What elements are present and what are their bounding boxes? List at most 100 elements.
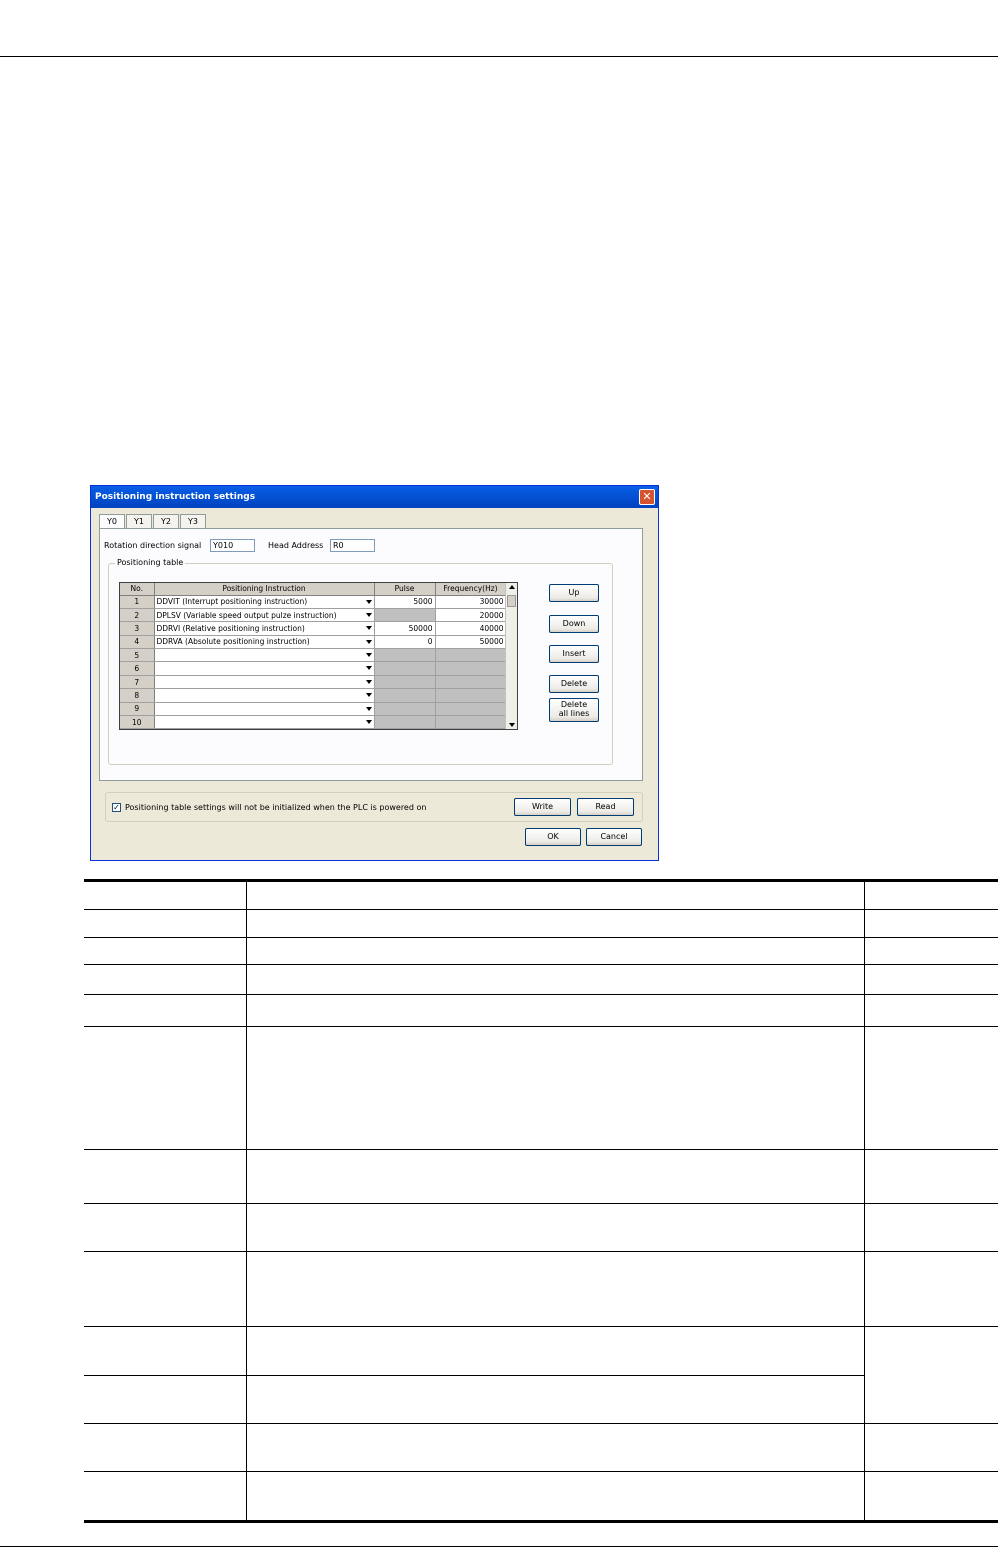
rotation-input[interactable]: Y010 bbox=[210, 539, 255, 552]
positioning-grid: No. Positioning Instruction Pulse Freque… bbox=[119, 582, 518, 730]
positioning-table-group: Positioning table No. Positioning Instru… bbox=[108, 558, 613, 765]
dropdown-arrow-icon[interactable] bbox=[365, 612, 372, 617]
table-row bbox=[84, 1251, 998, 1327]
ok-button[interactable]: OK bbox=[525, 828, 581, 846]
instruction-select[interactable] bbox=[154, 688, 375, 703]
dropdown-arrow-icon[interactable] bbox=[365, 666, 372, 671]
frequency-cell bbox=[435, 661, 507, 676]
row-number: 6 bbox=[120, 661, 155, 676]
dropdown-arrow-icon[interactable] bbox=[365, 706, 372, 711]
pulse-cell bbox=[374, 715, 436, 729]
table-row bbox=[84, 1149, 998, 1204]
pulse-cell bbox=[374, 661, 436, 676]
table-row: 9 bbox=[120, 702, 507, 717]
table-row: 3 DDRVI (Relative positioning instructio… bbox=[120, 621, 507, 636]
dialog-title: Positioning instruction settings bbox=[95, 492, 256, 502]
table-row: 10 bbox=[120, 715, 507, 729]
col-instruction: Positioning Instruction bbox=[154, 583, 375, 596]
instruction-text: DDRVI (Relative positioning instruction) bbox=[156, 623, 305, 633]
group-title: Positioning table bbox=[115, 558, 186, 567]
row-number: 2 bbox=[120, 608, 155, 623]
tab-y3[interactable]: Y3 bbox=[179, 514, 206, 528]
persist-checkbox[interactable]: ✓ bbox=[112, 803, 121, 812]
dropdown-arrow-icon[interactable] bbox=[365, 626, 372, 631]
tab-y2[interactable]: Y2 bbox=[152, 514, 179, 528]
table-row bbox=[84, 1326, 998, 1424]
head-address-input[interactable]: R0 bbox=[330, 539, 375, 552]
scroll-down-icon[interactable] bbox=[509, 723, 515, 727]
table-row bbox=[84, 1203, 998, 1252]
table-row bbox=[84, 937, 998, 965]
pulse-cell[interactable]: 50000 bbox=[374, 621, 436, 636]
scroll-thumb[interactable] bbox=[507, 595, 516, 607]
dropdown-arrow-icon[interactable] bbox=[365, 720, 372, 725]
close-icon[interactable]: ✕ bbox=[639, 489, 655, 505]
delete-all-button[interactable]: Delete all lines bbox=[549, 698, 599, 722]
up-button[interactable]: Up bbox=[549, 584, 599, 602]
delete-all-label-2: all lines bbox=[558, 709, 590, 718]
description-header-cell bbox=[245, 879, 864, 910]
tab-y1[interactable]: Y1 bbox=[125, 514, 152, 528]
footer-rule bbox=[0, 1546, 998, 1547]
dropdown-arrow-icon[interactable] bbox=[365, 653, 372, 658]
frequency-cell[interactable]: 20000 bbox=[435, 608, 507, 623]
frequency-cell bbox=[435, 675, 507, 690]
row-number: 1 bbox=[120, 595, 155, 609]
instruction-select[interactable] bbox=[154, 675, 375, 690]
pulse-cell bbox=[374, 675, 436, 690]
positioning-dialog: Positioning instruction settings ✕ Y0 Y1… bbox=[90, 485, 659, 861]
row-number: 9 bbox=[120, 702, 155, 717]
header-rule bbox=[0, 56, 998, 57]
insert-button[interactable]: Insert bbox=[549, 645, 599, 663]
instruction-select[interactable] bbox=[154, 715, 375, 729]
tab-y0[interactable]: Y0 bbox=[99, 514, 125, 529]
delete-button[interactable]: Delete bbox=[549, 675, 599, 693]
col-frequency: Frequency(Hz) bbox=[435, 583, 507, 596]
table-row: 1 DDVIT (Interrupt positioning instructi… bbox=[120, 595, 507, 609]
table-row: 2 DPLSV (Variable speed output pulze ins… bbox=[120, 608, 507, 623]
rotation-label: Rotation direction signal bbox=[104, 541, 202, 550]
instruction-select[interactable]: DDVIT (Interrupt positioning instruction… bbox=[154, 595, 375, 609]
row-number: 4 bbox=[120, 635, 155, 650]
cancel-button[interactable]: Cancel bbox=[586, 828, 642, 846]
table-row bbox=[84, 1026, 998, 1150]
write-button[interactable]: Write bbox=[514, 798, 571, 816]
pulse-cell[interactable]: 0 bbox=[374, 635, 436, 650]
dropdown-arrow-icon[interactable] bbox=[365, 639, 372, 644]
frequency-cell[interactable]: 50000 bbox=[435, 635, 507, 650]
persist-checkbox-label: Positioning table settings will not be i… bbox=[125, 803, 427, 812]
scroll-up-icon[interactable] bbox=[509, 585, 515, 589]
table-row bbox=[84, 994, 998, 1027]
table-row: 4 DDRVA (Absolute positioning instructio… bbox=[120, 635, 507, 650]
read-button[interactable]: Read bbox=[577, 798, 634, 816]
table-row: 7 bbox=[120, 675, 507, 690]
table-row bbox=[84, 964, 998, 995]
instruction-select[interactable] bbox=[154, 661, 375, 676]
instruction-select[interactable] bbox=[154, 648, 375, 663]
down-button[interactable]: Down bbox=[549, 615, 599, 633]
instruction-select[interactable]: DDRVA (Absolute positioning instruction) bbox=[154, 635, 375, 650]
instruction-text: DDVIT (Interrupt positioning instruction… bbox=[156, 597, 308, 607]
instruction-select[interactable]: DDRVI (Relative positioning instruction) bbox=[154, 621, 375, 636]
pulse-cell[interactable]: 5000 bbox=[374, 595, 436, 609]
dropdown-arrow-icon[interactable] bbox=[365, 693, 372, 698]
frequency-cell[interactable]: 40000 bbox=[435, 621, 507, 636]
instruction-select[interactable] bbox=[154, 702, 375, 717]
row-number: 3 bbox=[120, 621, 155, 636]
instruction-text: DPLSV (Variable speed output pulze instr… bbox=[156, 610, 337, 620]
instruction-select[interactable]: DPLSV (Variable speed output pulze instr… bbox=[154, 608, 375, 623]
row-number: 7 bbox=[120, 675, 155, 690]
frequency-cell bbox=[435, 702, 507, 717]
settings-group: ✓ Positioning table settings will not be… bbox=[105, 792, 643, 822]
table-row: 8 bbox=[120, 688, 507, 703]
grid-scrollbar[interactable] bbox=[505, 583, 517, 729]
description-table-wrap bbox=[84, 879, 998, 1523]
pulse-cell bbox=[374, 688, 436, 703]
frequency-cell[interactable]: 30000 bbox=[435, 595, 507, 609]
dropdown-arrow-icon[interactable] bbox=[365, 599, 372, 604]
description-header-cell bbox=[863, 879, 998, 910]
description-header-cell bbox=[84, 879, 246, 910]
dropdown-arrow-icon[interactable] bbox=[365, 679, 372, 684]
dialog-titlebar[interactable]: Positioning instruction settings ✕ bbox=[91, 486, 658, 508]
frequency-cell bbox=[435, 715, 507, 729]
